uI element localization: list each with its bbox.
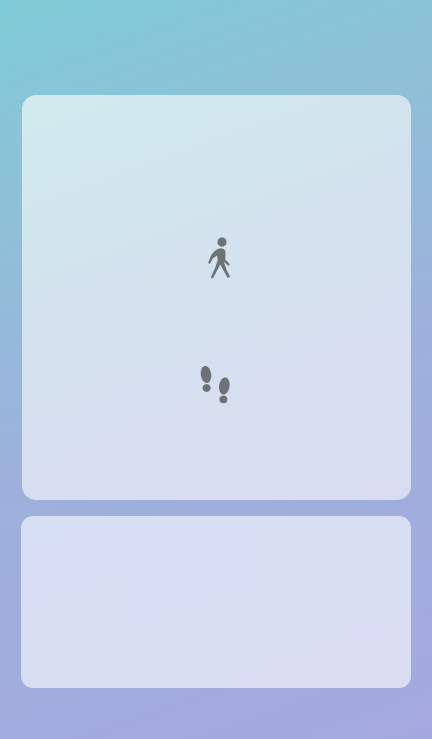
footprints-icon xyxy=(200,365,230,404)
activity-card xyxy=(22,95,411,500)
app-screen xyxy=(0,0,432,739)
walking-person-icon xyxy=(208,237,230,279)
details-card xyxy=(21,516,411,688)
